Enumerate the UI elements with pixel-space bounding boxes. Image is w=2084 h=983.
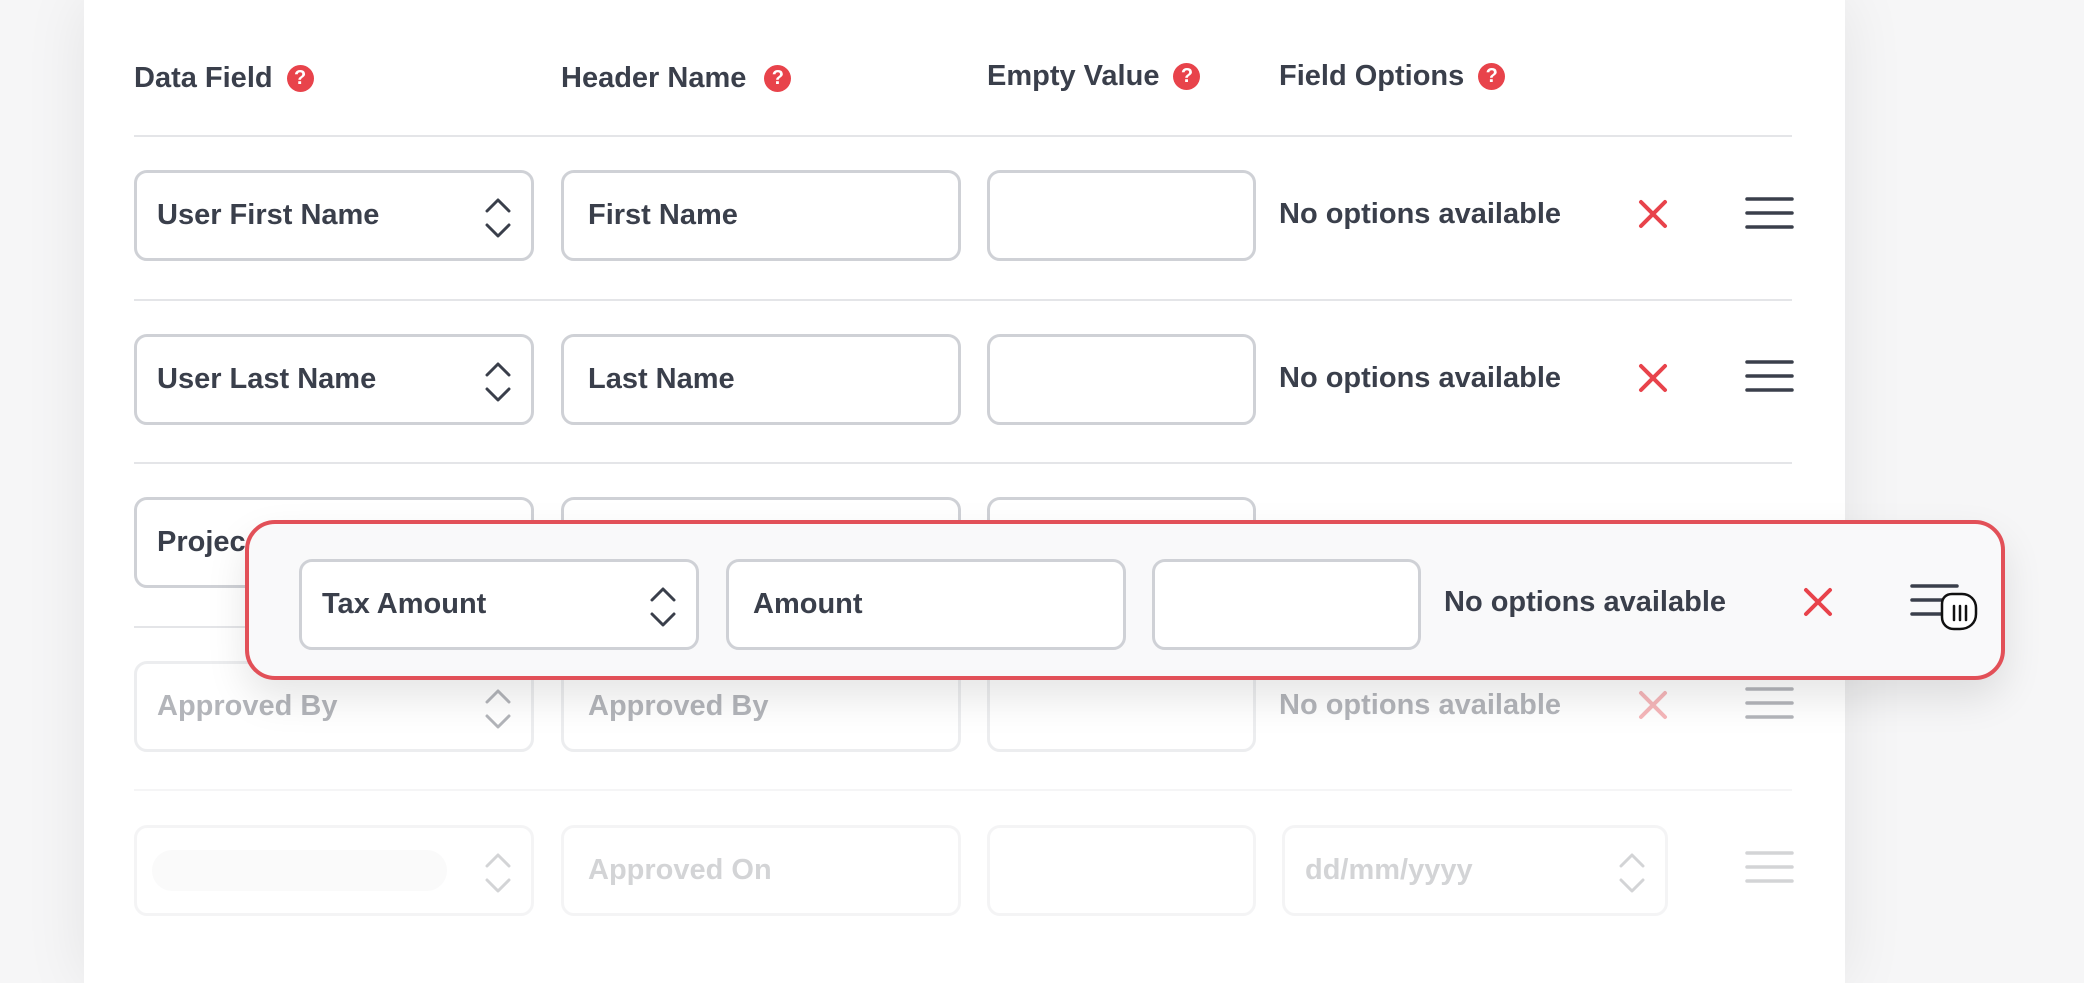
hamburger-menu-icon[interactable] xyxy=(1745,686,1794,720)
header-empty-value-label: Empty Value xyxy=(987,60,1160,92)
empty-value-input[interactable] xyxy=(987,825,1256,916)
chevron-updown-icon xyxy=(650,587,676,627)
data-field-value: Projec xyxy=(157,526,246,558)
data-field-select[interactable]: User Last Name xyxy=(134,334,534,425)
data-field-value: Approved By xyxy=(157,690,338,722)
chevron-updown-icon xyxy=(485,689,511,729)
divider xyxy=(134,789,1792,791)
grab-hand-cursor-icon xyxy=(1940,592,1978,631)
field-options-text: No options available xyxy=(1279,689,1561,721)
close-icon[interactable] xyxy=(1637,689,1669,721)
field-options-text: No options available xyxy=(1444,586,1726,618)
chevron-updown-icon xyxy=(1619,853,1645,893)
data-field-select[interactable]: User First Name xyxy=(134,170,534,261)
header-name-input[interactable]: First Name xyxy=(561,170,961,261)
close-icon[interactable] xyxy=(1802,586,1834,618)
header-header-name: Header Name ? xyxy=(561,62,792,95)
data-field-select[interactable]: Tax Amount xyxy=(299,559,699,650)
header-name-input[interactable]: Amount xyxy=(726,559,1126,650)
dragging-row[interactable]: Tax Amount Amount No options available xyxy=(245,520,2005,680)
date-format-select[interactable]: dd/mm/yyyy xyxy=(1282,825,1668,916)
divider xyxy=(134,462,1792,464)
loading-placeholder xyxy=(152,850,447,891)
date-format-value: dd/mm/yyyy xyxy=(1305,854,1473,886)
hamburger-menu-icon[interactable] xyxy=(1745,359,1794,393)
header-name-value: Approved By xyxy=(588,690,769,722)
hamburger-menu-icon[interactable] xyxy=(1745,196,1794,230)
empty-value-input[interactable] xyxy=(987,170,1256,261)
header-name-value: Last Name xyxy=(588,363,735,395)
chevron-updown-icon xyxy=(485,362,511,402)
close-icon[interactable] xyxy=(1637,198,1669,230)
help-icon[interactable]: ? xyxy=(286,65,314,92)
header-data-field-label: Data Field xyxy=(134,62,273,94)
header-header-name-label: Header Name xyxy=(561,62,747,94)
header-field-options: Field Options ? xyxy=(1279,60,1506,93)
hamburger-menu-icon[interactable] xyxy=(1745,850,1794,884)
data-field-value: Tax Amount xyxy=(322,588,487,620)
header-name-value: Approved On xyxy=(588,854,772,886)
header-field-options-label: Field Options xyxy=(1279,60,1465,92)
header-data-field: Data Field ? xyxy=(134,62,314,95)
data-field-value: User Last Name xyxy=(157,363,377,395)
chevron-updown-icon xyxy=(485,198,511,238)
header-name-value: First Name xyxy=(588,199,738,231)
help-icon[interactable]: ? xyxy=(764,65,792,92)
data-field-select[interactable] xyxy=(134,825,534,916)
help-icon[interactable]: ? xyxy=(1173,63,1201,90)
field-options-text: No options available xyxy=(1279,362,1561,394)
header-name-input[interactable]: Approved On xyxy=(561,825,961,916)
divider xyxy=(134,299,1792,301)
chevron-updown-icon xyxy=(485,853,511,893)
help-icon[interactable]: ? xyxy=(1478,63,1506,90)
header-empty-value: Empty Value ? xyxy=(987,60,1201,93)
field-options-text: No options available xyxy=(1279,198,1561,230)
data-field-value: User First Name xyxy=(157,199,380,231)
header-name-value: Amount xyxy=(753,588,863,620)
divider xyxy=(134,135,1792,137)
header-name-input[interactable]: Last Name xyxy=(561,334,961,425)
close-icon[interactable] xyxy=(1637,362,1669,394)
empty-value-input[interactable] xyxy=(987,334,1256,425)
empty-value-input[interactable] xyxy=(1152,559,1421,650)
